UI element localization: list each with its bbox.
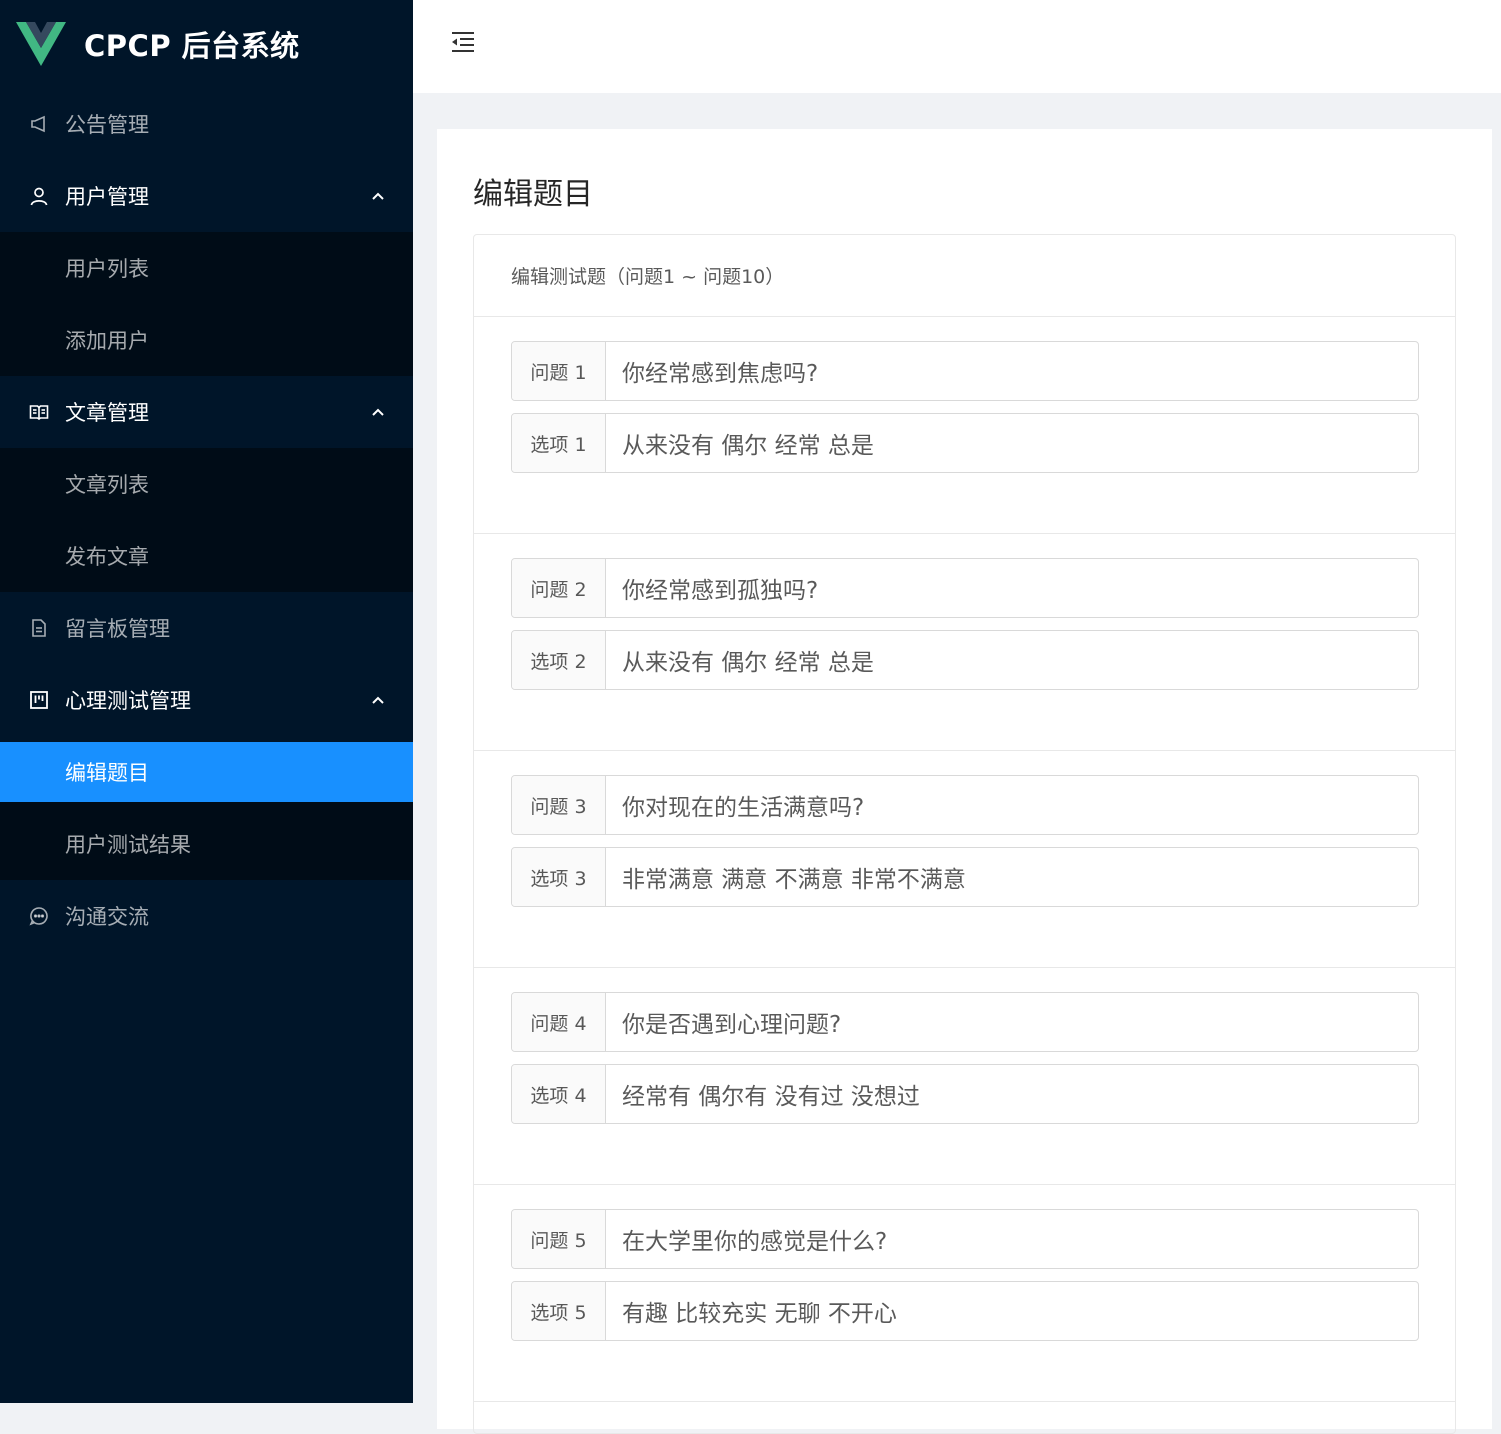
notification-icon [28, 113, 50, 135]
options-input[interactable]: 从来没有 偶尔 经常 总是 [606, 414, 1418, 472]
options-input[interactable]: 有趣 比较充实 无聊 不开心 [606, 1282, 1418, 1340]
menu-label: 沟通交流 [65, 905, 149, 929]
options-input-group: 选项 4 经常有 偶尔有 没有过 没想过 [511, 1064, 1419, 1124]
menu-label: 用户管理 [65, 185, 149, 209]
question-input-group: 问题 4 你是否遇到心理问题? [511, 992, 1419, 1052]
logo[interactable]: CPCP 后台系统 [0, 0, 413, 88]
sidebar-item-user-list[interactable]: 用户列表 [0, 232, 413, 304]
submenu-users: 用户列表 添加用户 [0, 232, 413, 376]
menu-item-message-board[interactable]: 留言板管理 [0, 592, 413, 664]
question-input-group: 问题 5 在大学里你的感觉是什么? [511, 1209, 1419, 1269]
top-header [413, 0, 1501, 93]
menu-item-users[interactable]: 用户管理 [0, 160, 413, 232]
question-input[interactable]: 你经常感到孤独吗? [606, 559, 1418, 617]
question-input-group: 问题 3 你对现在的生活满意吗? [511, 775, 1419, 835]
book-icon [28, 401, 50, 423]
menu-item-announcements[interactable]: 公告管理 [0, 88, 413, 160]
sidebar-item-add-user[interactable]: 添加用户 [0, 304, 413, 376]
vue-logo-icon [16, 22, 66, 66]
menu-label: 心理测试管理 [65, 689, 191, 713]
submenu-articles: 文章列表 发布文章 [0, 448, 413, 592]
question-block: 问题 4 你是否遇到心理问题? 选项 4 经常有 偶尔有 没有过 没想过 [474, 968, 1455, 1185]
question-input[interactable]: 在大学里你的感觉是什么? [606, 1210, 1418, 1268]
menu-label: 公告管理 [65, 113, 149, 137]
options-label: 选项 4 [512, 1065, 606, 1123]
options-label: 选项 1 [512, 414, 606, 472]
question-label: 问题 3 [512, 776, 606, 834]
options-input-group: 选项 1 从来没有 偶尔 经常 总是 [511, 413, 1419, 473]
question-input[interactable]: 你经常感到焦虑吗? [606, 342, 1418, 400]
question-block: 问题 3 你对现在的生活满意吗? 选项 3 非常满意 满意 不满意 非常不满意 [474, 751, 1455, 968]
questions-card: 编辑测试题（问题1 ~ 问题10） 问题 1 你经常感到焦虑吗? 选项 1 从来… [473, 234, 1456, 1434]
sidebar: CPCP 后台系统 公告管理 用户管理 用户列表 添加用户 文章管理 文章列表 … [0, 0, 413, 1403]
message-icon [28, 905, 50, 927]
options-input-group: 选项 2 从来没有 偶尔 经常 总是 [511, 630, 1419, 690]
file-text-icon [28, 617, 50, 639]
question-input[interactable]: 你是否遇到心理问题? [606, 993, 1418, 1051]
question-label: 问题 2 [512, 559, 606, 617]
sidebar-item-edit-questions[interactable]: 编辑题目 [0, 742, 413, 802]
question-block: 问题 1 你经常感到焦虑吗? 选项 1 从来没有 偶尔 经常 总是 [474, 317, 1455, 534]
sidebar-item-publish-article[interactable]: 发布文章 [0, 520, 413, 592]
page-title: 编辑题目 [473, 177, 593, 212]
app-title: CPCP 后台系统 [84, 29, 300, 63]
menu-fold-icon[interactable] [450, 29, 476, 55]
question-block: 问题 2 你经常感到孤独吗? 选项 2 从来没有 偶尔 经常 总是 [474, 534, 1455, 751]
sidebar-item-article-list[interactable]: 文章列表 [0, 448, 413, 520]
question-label: 问题 5 [512, 1210, 606, 1268]
options-input-group: 选项 5 有趣 比较充实 无聊 不开心 [511, 1281, 1419, 1341]
question-input-group: 问题 1 你经常感到焦虑吗? [511, 341, 1419, 401]
project-icon [28, 689, 50, 711]
menu-item-articles[interactable]: 文章管理 [0, 376, 413, 448]
question-label: 问题 1 [512, 342, 606, 400]
submenu-psych-test: 编辑题目 用户测试结果 [0, 742, 413, 880]
options-label: 选项 5 [512, 1282, 606, 1340]
options-label: 选项 3 [512, 848, 606, 906]
question-block: 问题 5 在大学里你的感觉是什么? 选项 5 有趣 比较充实 无聊 不开心 [474, 1185, 1455, 1402]
question-input-group: 问题 2 你经常感到孤独吗? [511, 558, 1419, 618]
options-label: 选项 2 [512, 631, 606, 689]
question-input[interactable]: 你对现在的生活满意吗? [606, 776, 1418, 834]
menu-label: 留言板管理 [65, 617, 170, 641]
menu-item-psych-test[interactable]: 心理测试管理 [0, 664, 413, 736]
main-content: 编辑题目 编辑测试题（问题1 ~ 问题10） 问题 1 你经常感到焦虑吗? 选项… [437, 129, 1492, 1434]
chevron-up-icon [372, 408, 384, 416]
question-label: 问题 4 [512, 993, 606, 1051]
options-input[interactable]: 非常满意 满意 不满意 非常不满意 [606, 848, 1418, 906]
card-title: 编辑测试题（问题1 ~ 问题10） [474, 235, 1455, 317]
options-input[interactable]: 从来没有 偶尔 经常 总是 [606, 631, 1418, 689]
chevron-up-icon [372, 696, 384, 704]
chevron-up-icon [372, 192, 384, 200]
options-input[interactable]: 经常有 偶尔有 没有过 没想过 [606, 1065, 1418, 1123]
sidebar-item-user-test-results[interactable]: 用户测试结果 [0, 808, 413, 880]
menu-item-communication[interactable]: 沟通交流 [0, 880, 413, 952]
menu-label: 文章管理 [65, 401, 149, 425]
options-input-group: 选项 3 非常满意 满意 不满意 非常不满意 [511, 847, 1419, 907]
user-icon [28, 185, 50, 207]
